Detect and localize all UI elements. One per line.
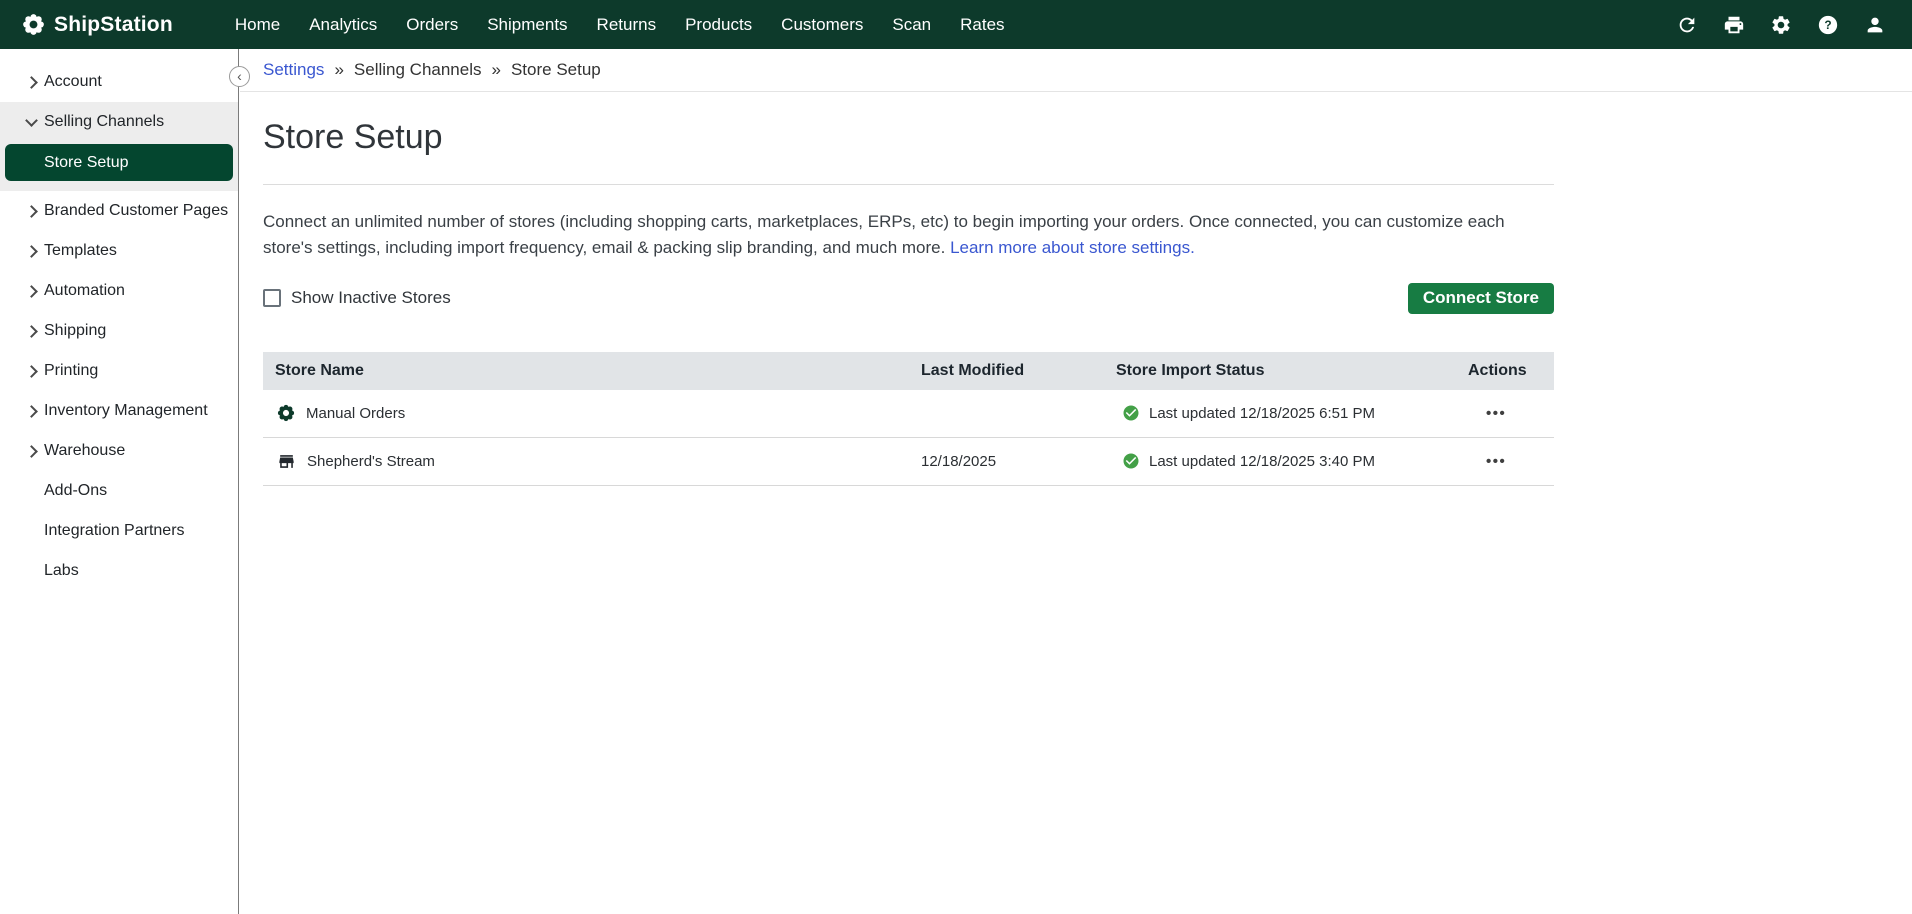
print-icon[interactable] [1723,14,1745,36]
sidebar-item-selling-channels[interactable]: Selling Channels [0,102,238,142]
store-name: Shepherd's Stream [307,453,435,470]
description-text: Connect an unlimited number of stores (i… [263,212,1505,257]
column-header-store-name: Store Name [263,362,915,380]
sidebar-item-warehouse[interactable]: Warehouse [0,431,238,471]
page-description: Connect an unlimited number of stores (i… [263,209,1554,261]
sidebar-item-store-setup[interactable]: Store Setup [5,144,233,181]
chevron-right-icon [25,365,38,378]
shipstation-gear-icon [277,404,295,422]
breadcrumb-separator: » [492,60,501,80]
sidebar-item-label: Add-Ons [44,482,107,500]
table-row: Manual Orders Last updated 12/18/2025 6:… [263,390,1554,438]
checkbox-unchecked-icon[interactable] [263,289,281,307]
top-navbar: ShipStation Home Analytics Orders Shipme… [0,0,1912,49]
store-name-cell[interactable]: Shepherd's Stream [263,452,915,471]
chevron-right-icon [25,76,38,89]
column-header-last-modified: Last Modified [915,362,1110,380]
main-content: Settings » Selling Channels » Store Setu… [240,49,1912,914]
sidebar-item-shipping[interactable]: Shipping [0,311,238,351]
status-text: Last updated 12/18/2025 3:40 PM [1149,453,1375,470]
chevron-right-icon [25,245,38,258]
connect-store-button[interactable]: Connect Store [1408,283,1554,314]
sidebar-item-label: Shipping [44,322,106,340]
check-circle-icon [1122,404,1140,422]
nav-analytics[interactable]: Analytics [309,15,377,35]
row-actions-menu-button[interactable]: ••• [1460,453,1554,470]
sidebar-item-label: Integration Partners [44,522,185,540]
nav-returns[interactable]: Returns [597,15,657,35]
breadcrumb-store-setup: Store Setup [511,60,601,80]
shipstation-gear-icon [22,13,45,36]
svg-text:?: ? [1824,18,1831,32]
storefront-icon [277,452,296,471]
sidebar-group-selling-channels: Selling Channels Store Setup [0,102,238,191]
shipstation-logo[interactable]: ShipStation [0,13,173,37]
breadcrumb-separator: » [334,60,343,80]
status-text: Last updated 12/18/2025 6:51 PM [1149,405,1375,422]
sidebar-item-integration-partners[interactable]: Integration Partners [0,511,238,551]
checkbox-label: Show Inactive Stores [291,288,451,308]
nav-customers[interactable]: Customers [781,15,863,35]
settings-gear-icon[interactable] [1770,14,1792,36]
last-modified-cell: 12/18/2025 [915,453,1110,470]
store-import-status-cell: Last updated 12/18/2025 6:51 PM [1110,404,1460,422]
chevron-right-icon [25,405,38,418]
sidebar-item-printing[interactable]: Printing [0,351,238,391]
page-title: Store Setup [263,117,1554,158]
chevron-right-icon [25,285,38,298]
title-divider [263,184,1554,185]
check-circle-icon [1122,452,1140,470]
help-icon[interactable]: ? [1817,14,1839,36]
sidebar-item-branded-customer-pages[interactable]: Branded Customer Pages [0,191,238,231]
sidebar-item-label: Templates [44,242,117,260]
sidebar-item-label: Selling Channels [44,113,164,131]
chevron-right-icon [25,325,38,338]
sidebar-item-labs[interactable]: Labs [0,551,238,591]
sidebar-item-label: Inventory Management [44,402,208,420]
column-header-actions: Actions [1460,362,1554,380]
breadcrumb-settings-link[interactable]: Settings [263,60,324,80]
sidebar-item-templates[interactable]: Templates [0,231,238,271]
chevron-right-icon [25,205,38,218]
sidebar-item-label: Labs [44,562,79,580]
row-actions-menu-button[interactable]: ••• [1460,405,1554,422]
settings-sidebar: Account Selling Channels Store Setup Bra… [0,49,239,914]
sidebar-item-account[interactable]: Account [0,62,238,102]
brand-name: ShipStation [54,13,173,37]
learn-more-link[interactable]: Learn more about store settings. [950,238,1195,257]
chevron-down-icon [25,114,38,127]
nav-rates[interactable]: Rates [960,15,1004,35]
sidebar-item-label: Store Setup [44,154,129,172]
store-import-status-cell: Last updated 12/18/2025 3:40 PM [1110,452,1460,470]
store-name-cell[interactable]: Manual Orders [263,404,915,422]
sidebar-item-label: Branded Customer Pages [44,202,228,220]
sidebar-item-inventory-management[interactable]: Inventory Management [0,391,238,431]
sidebar-item-label: Account [44,73,102,91]
stores-table: Store Name Last Modified Store Import St… [263,352,1554,486]
show-inactive-stores-toggle[interactable]: Show Inactive Stores [263,288,451,308]
sidebar-item-label: Automation [44,282,125,300]
sidebar-item-automation[interactable]: Automation [0,271,238,311]
main-nav: Home Analytics Orders Shipments Returns … [235,15,1005,35]
nav-home[interactable]: Home [235,15,280,35]
nav-shipments[interactable]: Shipments [487,15,567,35]
account-icon[interactable] [1864,14,1886,36]
nav-scan[interactable]: Scan [892,15,931,35]
nav-orders[interactable]: Orders [406,15,458,35]
table-row: Shepherd's Stream 12/18/2025 Last update… [263,438,1554,486]
refresh-icon[interactable] [1676,14,1698,36]
chevron-right-icon [25,445,38,458]
topbar-icon-group: ? [1676,14,1912,36]
sidebar-item-label: Warehouse [44,442,125,460]
column-header-store-import-status: Store Import Status [1110,362,1460,380]
table-header-row: Store Name Last Modified Store Import St… [263,352,1554,390]
nav-products[interactable]: Products [685,15,752,35]
breadcrumb-selling-channels: Selling Channels [354,60,482,80]
table-controls: Show Inactive Stores Connect Store [263,283,1554,314]
sidebar-collapse-button[interactable]: ‹ [229,66,250,87]
sidebar-item-add-ons[interactable]: Add-Ons [0,471,238,511]
breadcrumb: Settings » Selling Channels » Store Setu… [240,49,1912,92]
sidebar-item-label: Printing [44,362,98,380]
store-name: Manual Orders [306,405,405,422]
